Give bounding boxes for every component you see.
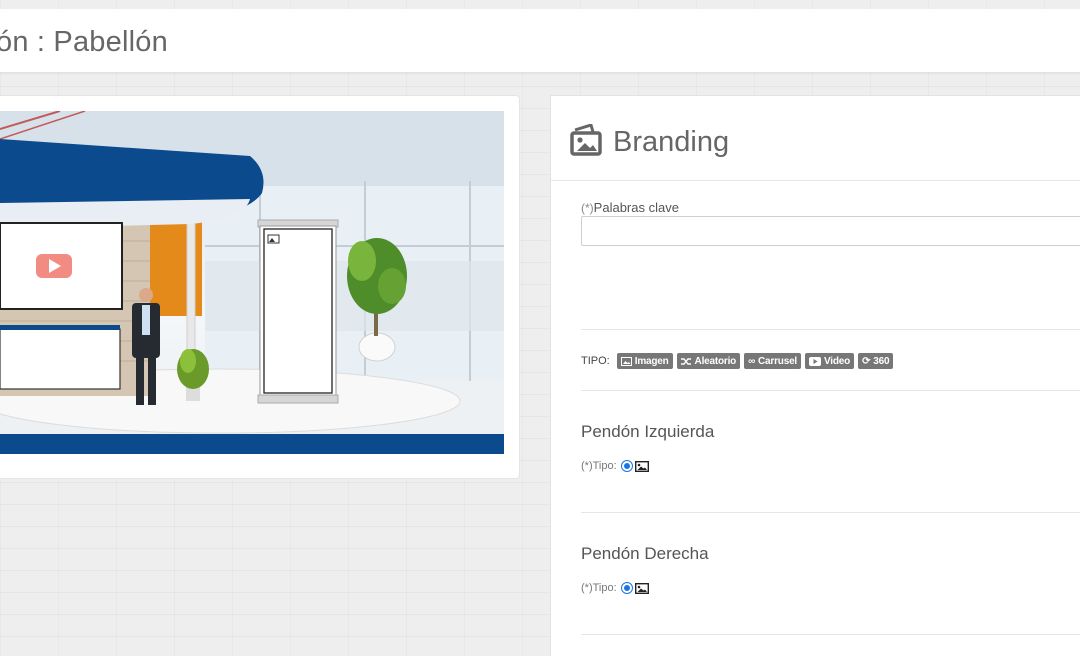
branding-title: Branding [613, 126, 730, 158]
shuffle-icon [680, 357, 691, 365]
booth-preview-image [0, 111, 504, 454]
divider [581, 390, 1080, 391]
tipo-radio-imagen[interactable] [620, 460, 633, 472]
divider [581, 512, 1080, 513]
images-icon [569, 123, 603, 161]
type-badge-label: Video [824, 355, 851, 367]
page-header: ón : Pabellón [0, 9, 1080, 73]
type-badge-360: ⟳ 360 [858, 353, 894, 369]
tipo-radio-imagen[interactable] [620, 582, 633, 594]
type-badge-label: Imagen [634, 355, 669, 367]
keywords-input[interactable] [581, 216, 1080, 246]
divider [581, 634, 1080, 635]
refresh-icon: ⟳ [862, 355, 871, 367]
type-badge-label: 360 [873, 355, 890, 367]
type-legend: TIPO: Imagen Aleatorio ∞ Carrusel Video … [581, 353, 897, 369]
type-badge-video: Video [805, 353, 855, 369]
page-title: ón : Pabellón [0, 26, 168, 58]
keywords-label: (*)Palabras clave [581, 200, 679, 215]
image-icon [620, 356, 632, 366]
tipo-field-izquierda: (*)Tipo: [581, 460, 649, 472]
section-title-pendon-izquierda: Pendón Izquierda [581, 422, 715, 441]
divider [581, 329, 1080, 330]
branding-panel: Branding (*)Palabras clave TIPO: Imagen … [550, 95, 1080, 656]
type-badge-label: Aleatorio [694, 355, 737, 367]
required-marker: (*) [581, 201, 594, 215]
image-icon [634, 582, 649, 594]
keywords-label-text: Palabras clave [593, 200, 679, 215]
tipo-label: (*)Tipo: [581, 582, 617, 594]
divider [551, 180, 1080, 181]
type-legend-label: TIPO: [581, 355, 610, 367]
type-badge-aleatorio: Aleatorio [676, 353, 741, 369]
branding-header: Branding [569, 123, 730, 161]
infinity-icon: ∞ [748, 355, 756, 367]
tipo-field-derecha: (*)Tipo: [581, 582, 649, 594]
image-icon [634, 460, 649, 472]
type-badge-label: Carrusel [758, 355, 798, 367]
section-title-pendon-derecha: Pendón Derecha [581, 544, 709, 563]
youtube-icon [809, 356, 822, 366]
type-badge-carrusel: ∞ Carrusel [744, 353, 802, 369]
tipo-label: (*)Tipo: [581, 460, 617, 472]
type-badge-imagen: Imagen [616, 353, 673, 369]
